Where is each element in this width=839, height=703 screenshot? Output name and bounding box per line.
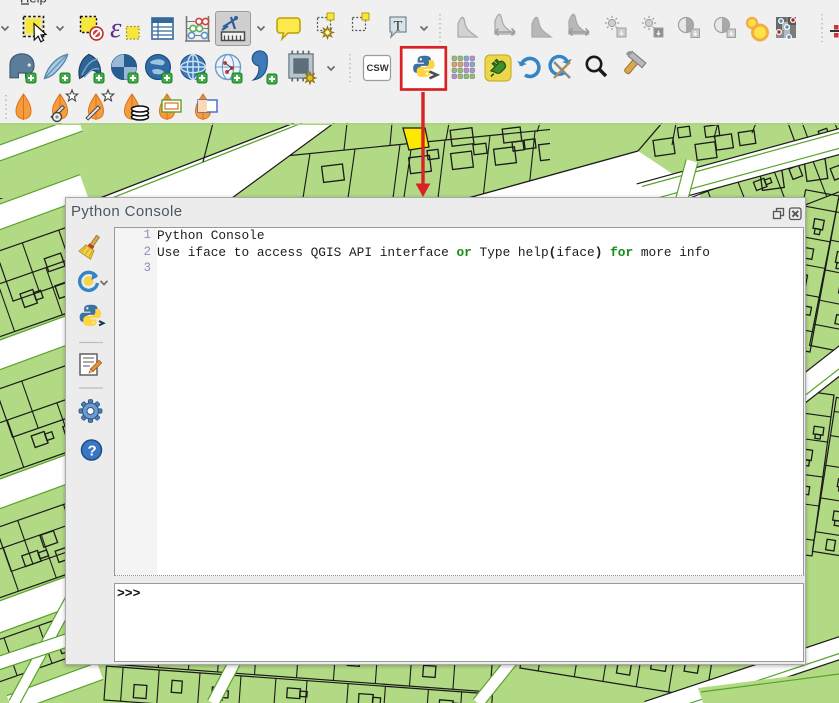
svg-text:?: ? xyxy=(88,443,97,460)
